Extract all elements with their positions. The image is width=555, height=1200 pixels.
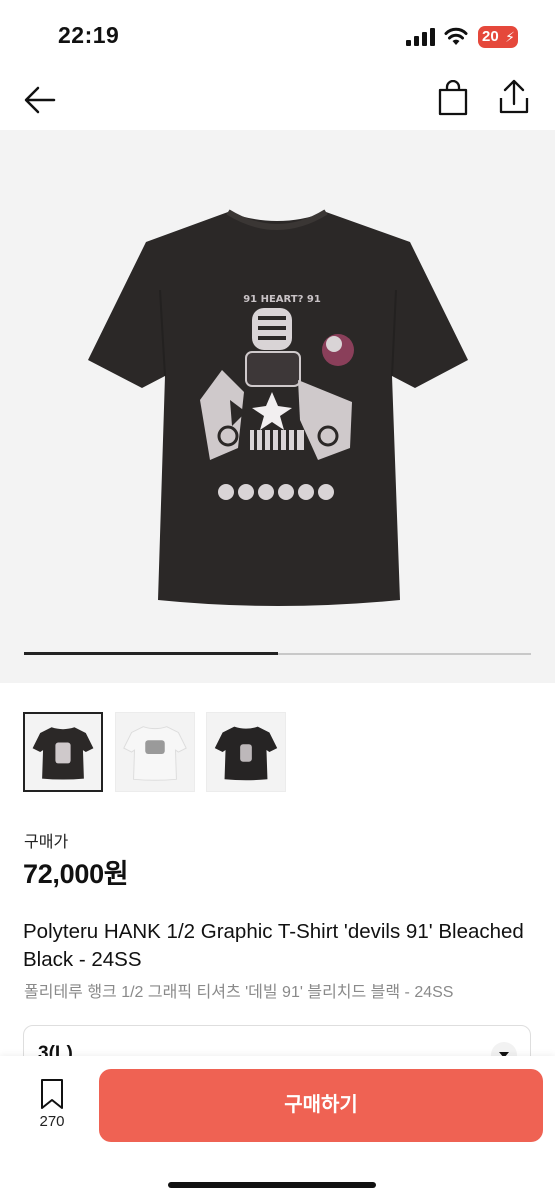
thumbnail-list (23, 712, 323, 792)
product-image-gallery[interactable]: 91 HEART? 91 (0, 130, 555, 683)
product-title: Polyteru HANK 1/2 Graphic T-Shirt 'devil… (23, 920, 524, 971)
thumbnail-image (32, 727, 94, 780)
signal-icon (406, 28, 435, 46)
battery-icon: 20 ⚡ (478, 26, 518, 48)
status-time: 22:19 (58, 22, 120, 48)
nav-bar (0, 70, 555, 130)
product-image: 91 HEART? 91 (88, 209, 468, 606)
back-arrow-icon[interactable] (22, 82, 58, 118)
status-bar: 22:19 20 ⚡ (0, 0, 555, 70)
product-subtitle: 폴리테루 행크 1/2 그래픽 티셔츠 '데빌 91' 블리치드 블랙 - 24… (24, 984, 454, 1001)
shopping-bag-icon[interactable] (437, 80, 469, 116)
thumbnail-black-alt[interactable] (206, 712, 286, 792)
price-label: 구매가 (24, 834, 69, 851)
bookmark-count: 270 (39, 1113, 65, 1130)
thumbnail-black[interactable] (23, 712, 103, 792)
gallery-progress-fill (24, 652, 278, 655)
wifi-icon (444, 27, 468, 45)
thumbnail-white[interactable] (115, 712, 195, 792)
bottom-action-bar: 270 구매하기 (0, 1056, 555, 1200)
charging-bolt-icon: ⚡ (505, 29, 515, 45)
bookmark-icon (41, 1079, 63, 1109)
print-text: 91 HEART? 91 (243, 294, 321, 305)
share-icon[interactable] (497, 78, 531, 116)
buy-button[interactable]: 구매하기 (99, 1069, 543, 1142)
thumbnail-image (123, 726, 187, 781)
home-indicator (168, 1182, 376, 1188)
price: 72,000원 (23, 859, 129, 889)
gallery-progress (24, 652, 531, 655)
battery-level: 20 (482, 28, 499, 45)
thumbnail-image (214, 726, 278, 781)
bookmark-button[interactable]: 270 (30, 1078, 74, 1138)
